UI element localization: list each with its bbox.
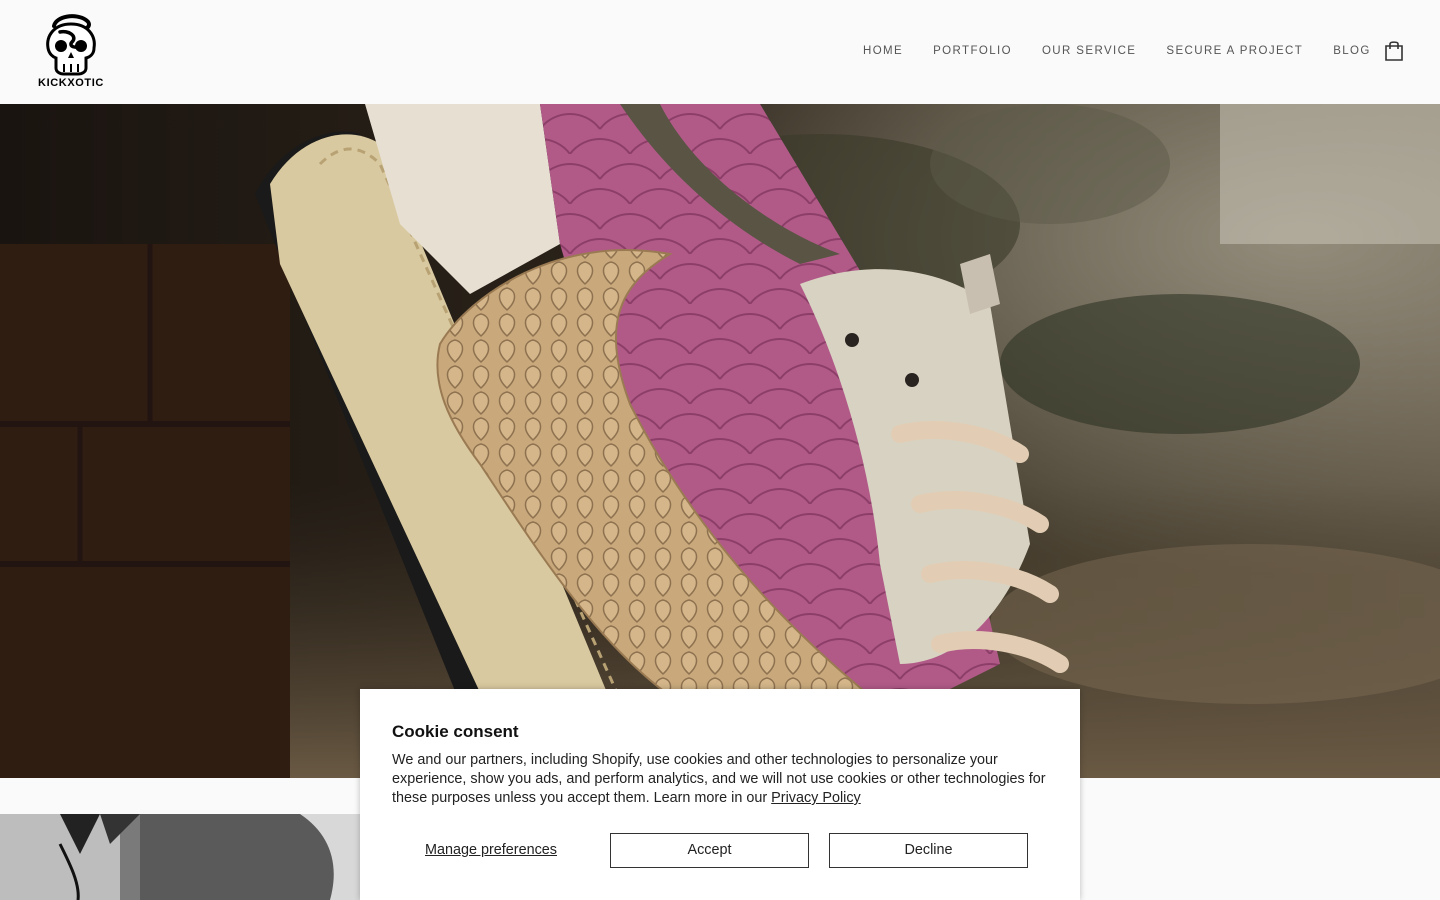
cookie-title: Cookie consent: [392, 722, 519, 741]
sneaker-photo: [0, 104, 1440, 778]
accept-button[interactable]: Accept: [610, 833, 809, 868]
main-nav: HOME PORTFOLIO OUR SERVICE SECURE A PROJ…: [848, 44, 1386, 58]
nav-item-our-service[interactable]: OUR SERVICE: [1027, 44, 1151, 58]
manage-preferences-button[interactable]: Manage preferences: [392, 833, 590, 868]
nav-item-secure-a-project[interactable]: SECURE A PROJECT: [1151, 44, 1318, 58]
monogram-sneaker-photo: [0, 814, 360, 900]
skull-logo-icon: [46, 14, 96, 76]
nav-item-portfolio[interactable]: PORTFOLIO: [918, 44, 1027, 58]
privacy-policy-link[interactable]: Privacy Policy: [771, 790, 861, 806]
logo-text: KICKXOTIC: [38, 77, 104, 89]
nav-item-blog[interactable]: BLOG: [1318, 44, 1386, 58]
shopping-bag-icon: [1385, 41, 1403, 61]
logo-link[interactable]: KICKXOTIC: [34, 14, 108, 92]
cart-button[interactable]: [1384, 40, 1404, 62]
cookie-body: We and our partners, including Shopify, …: [392, 751, 1052, 808]
cookie-body-text: We and our partners, including Shopify, …: [392, 752, 1046, 806]
nav-item-home[interactable]: HOME: [848, 44, 918, 58]
site-header: KICKXOTIC HOME PORTFOLIO OUR SERVICE SEC…: [0, 0, 1440, 104]
cookie-consent-dialog: Cookie consent We and our partners, incl…: [360, 689, 1080, 900]
hero-image: [0, 104, 1440, 778]
featured-image: [0, 814, 360, 900]
decline-button[interactable]: Decline: [829, 833, 1028, 868]
